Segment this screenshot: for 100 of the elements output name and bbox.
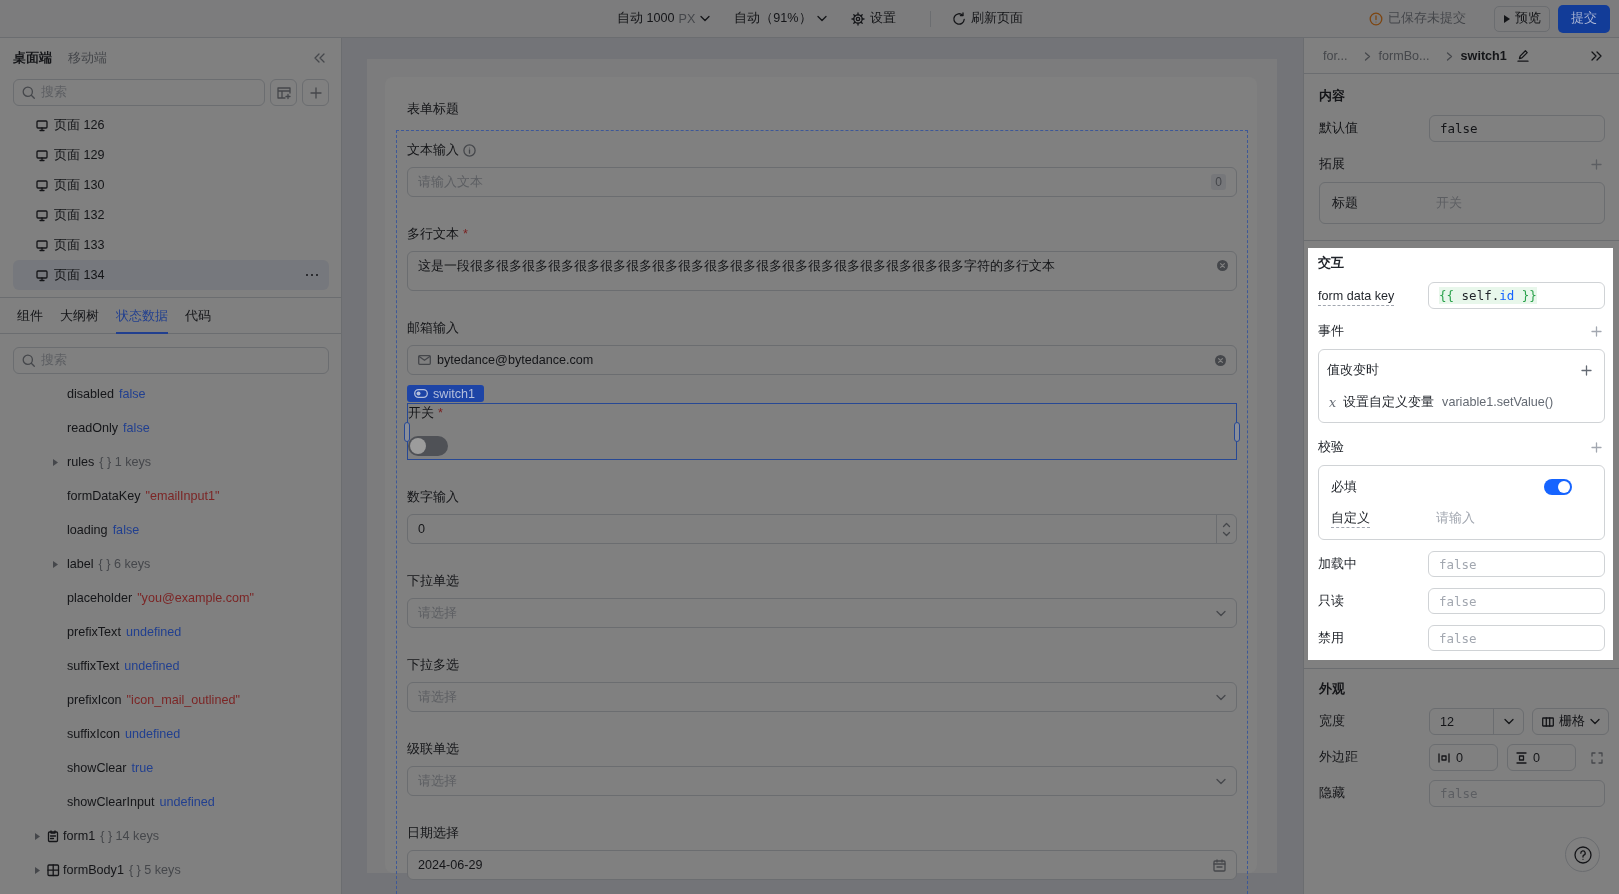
state-key: prefixIcon bbox=[67, 693, 122, 707]
expand-arrow-icon[interactable] bbox=[52, 458, 58, 466]
panel-tab[interactable]: 代码 bbox=[185, 298, 211, 334]
field-label: 级联单选 bbox=[407, 740, 459, 758]
chevron-down-icon[interactable] bbox=[1503, 718, 1514, 725]
component-badge[interactable]: switch1 bbox=[407, 385, 484, 402]
collapse-icon[interactable] bbox=[313, 53, 325, 63]
state-key: formDataKey bbox=[67, 489, 141, 503]
expand-panel-icon[interactable] bbox=[1591, 50, 1602, 61]
settings-button[interactable]: 设置 bbox=[850, 5, 896, 32]
breadcrumb-item[interactable]: formBo... bbox=[1378, 48, 1430, 63]
vertical-spacing-icon bbox=[1516, 751, 1527, 764]
add-layout-button[interactable] bbox=[270, 79, 297, 106]
code-input[interactable]: {{ self.id }} bbox=[1428, 282, 1605, 309]
date-input[interactable]: 2024-06-29 bbox=[407, 850, 1237, 880]
plus-icon[interactable] bbox=[1591, 325, 1602, 337]
property-label: 必填 bbox=[1331, 478, 1358, 496]
state-key: placeholder bbox=[67, 591, 133, 605]
state-key: prefixText bbox=[67, 625, 121, 639]
action-target: variable1.setValue() bbox=[1442, 395, 1554, 409]
width-select[interactable]: 自动 1000 PX bbox=[617, 5, 711, 32]
chevron-down-icon bbox=[816, 15, 827, 22]
search-icon bbox=[22, 86, 35, 99]
add-button[interactable] bbox=[302, 79, 329, 106]
breadcrumb-item[interactable]: for... bbox=[1323, 48, 1348, 63]
field-label: 数字输入 bbox=[407, 488, 459, 506]
preview-button[interactable]: 预览 bbox=[1494, 5, 1550, 32]
state-key: readOnly bbox=[67, 421, 119, 435]
component-name: switch1 bbox=[433, 386, 475, 401]
chevron-up-icon[interactable] bbox=[1223, 522, 1230, 527]
platform-tab[interactable]: 桌面端 bbox=[13, 49, 52, 67]
help-icon bbox=[1573, 845, 1592, 864]
toggle-icon bbox=[414, 389, 428, 398]
zoom-select[interactable]: 自动（91%） bbox=[734, 5, 827, 32]
resize-handle[interactable] bbox=[1234, 421, 1240, 442]
expand-arrow-icon[interactable] bbox=[52, 560, 58, 568]
mail-icon bbox=[418, 355, 431, 365]
panel-tab[interactable]: 大纲树 bbox=[60, 298, 99, 334]
state-value: false bbox=[118, 387, 146, 401]
monitor-icon bbox=[36, 149, 48, 161]
number-input[interactable]: 0 bbox=[407, 514, 1237, 544]
expand-arrow-icon[interactable] bbox=[34, 832, 40, 840]
monitor-icon bbox=[36, 209, 48, 221]
state-key[interactable]: rules bbox=[67, 455, 95, 469]
state-key: suffixText bbox=[67, 659, 120, 673]
default-value-input[interactable]: false bbox=[1429, 115, 1605, 142]
state-key[interactable]: formBody1 bbox=[63, 863, 124, 877]
property-label: 宽度 bbox=[1319, 713, 1346, 730]
calendar-icon[interactable] bbox=[1213, 858, 1226, 872]
expand-arrow-icon[interactable] bbox=[34, 866, 40, 874]
state-value: "icon_mail_outlined" bbox=[126, 693, 240, 707]
toggle-switch[interactable] bbox=[1544, 479, 1572, 495]
refresh-button[interactable]: 刷新页面 bbox=[951, 5, 1023, 32]
table-plus-icon bbox=[276, 86, 291, 99]
property-label: 禁用 bbox=[1318, 629, 1345, 647]
state-value: false bbox=[123, 421, 150, 435]
field-label: 下拉单选 bbox=[407, 572, 459, 590]
edit-icon[interactable] bbox=[1516, 49, 1528, 62]
platform-tab[interactable]: 移动端 bbox=[68, 49, 107, 67]
plus-icon[interactable] bbox=[1591, 441, 1602, 453]
layout-select[interactable]: 栅格 bbox=[1532, 708, 1609, 735]
width-input[interactable]: 12 bbox=[1429, 708, 1524, 735]
margin-input[interactable]: 0 bbox=[1429, 744, 1498, 771]
panel-tab[interactable]: 状态数据 bbox=[116, 298, 168, 334]
margin-input[interactable]: 0 bbox=[1507, 744, 1576, 771]
custom-rule-input[interactable]: 请输入 bbox=[1436, 511, 1572, 525]
plus-icon[interactable] bbox=[1581, 364, 1592, 376]
monitor-icon bbox=[36, 269, 48, 281]
state-key[interactable]: form1 bbox=[63, 829, 96, 843]
page-item[interactable]: 页面 129 bbox=[13, 140, 329, 170]
toggle-switch[interactable] bbox=[408, 436, 448, 456]
email-input[interactable]: bytedance@bytedance.com bbox=[407, 345, 1237, 375]
state-value: "emailInput1" bbox=[145, 489, 220, 503]
clear-icon[interactable] bbox=[1217, 260, 1228, 271]
chevron-down-icon bbox=[1590, 718, 1600, 725]
corners-icon[interactable] bbox=[1591, 751, 1603, 764]
horizontal-spacing-icon bbox=[1438, 752, 1450, 763]
function-icon: x bbox=[1329, 394, 1337, 410]
resize-handle[interactable] bbox=[404, 421, 410, 442]
more-icon[interactable] bbox=[305, 273, 319, 277]
breadcrumb-item[interactable]: switch1 bbox=[1460, 48, 1507, 63]
clear-icon[interactable] bbox=[1215, 354, 1226, 366]
section-title: 外观 bbox=[1319, 681, 1345, 698]
state-key[interactable]: label bbox=[67, 557, 94, 571]
panel-tab[interactable]: 组件 bbox=[17, 298, 43, 334]
columns-icon bbox=[1542, 716, 1554, 727]
page-item[interactable]: 页面 132 bbox=[13, 200, 329, 230]
state-value: true bbox=[131, 761, 154, 775]
field-label: 文本输入 bbox=[407, 141, 459, 159]
page-item[interactable]: 页面 126 bbox=[13, 110, 329, 140]
page-item[interactable]: 页面 130 bbox=[13, 170, 329, 200]
page-item[interactable]: 页面 134 bbox=[13, 260, 329, 290]
submit-button[interactable]: 提交 bbox=[1558, 4, 1610, 33]
chevron-down-icon[interactable] bbox=[1223, 531, 1230, 536]
page-item[interactable]: 页面 133 bbox=[13, 230, 329, 260]
action-label[interactable]: 设置自定义变量 bbox=[1343, 393, 1435, 411]
info-icon[interactable] bbox=[463, 143, 476, 157]
property-label: 加载中 bbox=[1318, 555, 1358, 573]
event-trigger: 值改变时 bbox=[1327, 361, 1379, 379]
state-value: undefined bbox=[125, 625, 182, 639]
